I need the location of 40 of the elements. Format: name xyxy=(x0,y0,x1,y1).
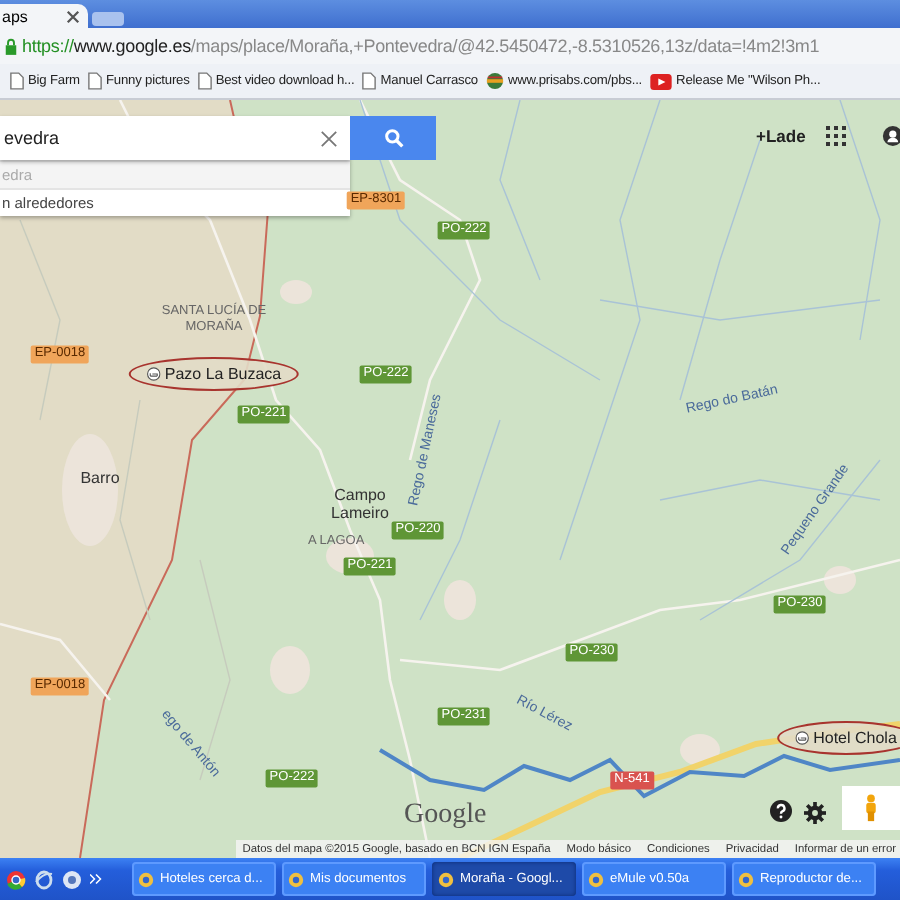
hotel-icon xyxy=(795,731,810,745)
add-link[interactable]: +Lade xyxy=(756,126,806,146)
page-icon xyxy=(197,72,212,90)
page-icon xyxy=(362,72,377,90)
browser-tab[interactable]: aps xyxy=(0,4,88,28)
search-button[interactable] xyxy=(350,116,436,160)
settlement-area xyxy=(280,280,312,304)
apps-grid-icon[interactable] xyxy=(826,126,846,146)
settlement-area xyxy=(62,434,118,546)
window-icon xyxy=(588,871,604,887)
settlement-area xyxy=(444,580,476,620)
page-icon xyxy=(87,72,102,90)
road-line xyxy=(0,622,111,701)
place-label: Campo Lameiro xyxy=(329,488,391,524)
browser-icon[interactable] xyxy=(6,869,26,889)
settlement-area xyxy=(824,566,856,594)
lock-icon xyxy=(4,37,18,55)
clear-icon[interactable] xyxy=(320,129,338,147)
window-icon xyxy=(738,871,754,887)
hotel-icon xyxy=(146,367,161,381)
globe-icon xyxy=(485,72,504,90)
avatar-icon[interactable] xyxy=(882,124,900,148)
settings-icon[interactable] xyxy=(804,802,826,824)
overflow-chevron-icon[interactable] xyxy=(90,874,102,884)
google-logo: Google xyxy=(404,800,487,832)
settlement-area xyxy=(680,734,720,766)
search-icon xyxy=(383,128,403,148)
close-icon[interactable] xyxy=(66,9,80,23)
play-icon xyxy=(650,73,673,89)
pegman-button[interactable] xyxy=(842,786,900,830)
place-label: Barro xyxy=(78,471,122,489)
pegman-icon xyxy=(864,794,878,822)
media-icon[interactable] xyxy=(62,869,82,889)
window-icon xyxy=(138,871,154,887)
page-icon xyxy=(10,72,24,90)
search-field[interactable]: evedra xyxy=(0,116,350,160)
settlement-area xyxy=(270,646,310,694)
window-icon xyxy=(438,871,454,887)
help-icon[interactable] xyxy=(770,800,792,822)
window-icon xyxy=(288,871,304,887)
